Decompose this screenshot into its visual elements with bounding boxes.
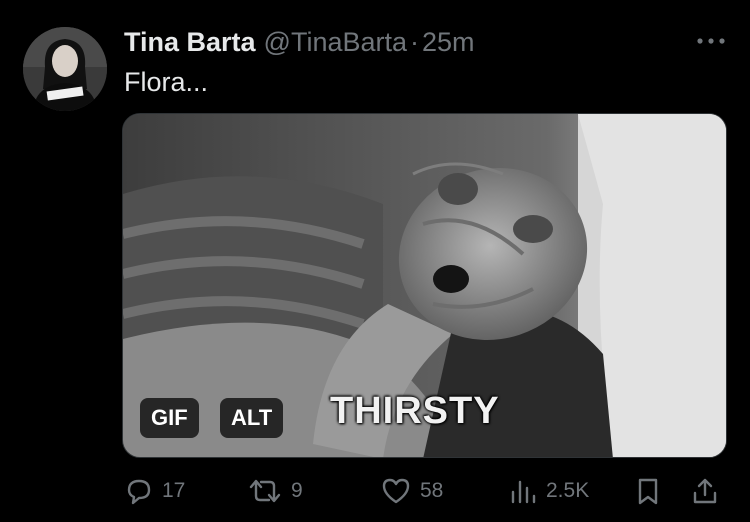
heart-icon — [382, 478, 410, 504]
more-icon — [697, 38, 725, 44]
retweet-button[interactable]: 9 — [247, 471, 303, 511]
like-count: 58 — [420, 479, 444, 502]
more-button[interactable] — [694, 26, 728, 56]
bookmark-button[interactable] — [634, 471, 662, 511]
display-name[interactable]: Tina Barta — [124, 27, 256, 57]
alt-badge[interactable]: ALT — [220, 398, 284, 438]
handle[interactable]: @TinaBarta — [264, 27, 407, 57]
separator-dot: · — [410, 27, 420, 57]
reply-count: 17 — [162, 479, 186, 502]
reply-button[interactable]: 17 — [124, 471, 185, 511]
reply-icon — [127, 479, 151, 505]
gif-caption: THIRSTY — [330, 390, 500, 432]
tweet[interactable]: Tina Barta @TinaBarta · 25m Flora... THI… — [0, 0, 750, 522]
share-icon — [693, 478, 717, 504]
avatar[interactable] — [23, 27, 107, 111]
share-button[interactable] — [690, 471, 720, 511]
action-bar: 17 9 58 2.5K — [0, 471, 750, 511]
avatar-image — [23, 27, 107, 111]
gif-badge: GIF — [140, 398, 199, 438]
timestamp[interactable]: 25m — [422, 27, 475, 57]
tweet-header: Tina Barta @TinaBarta · 25m — [124, 26, 475, 58]
views-icon — [511, 480, 536, 504]
retweet-icon — [249, 479, 281, 503]
views-button[interactable]: 2.5K — [508, 471, 589, 511]
retweet-count: 9 — [291, 479, 303, 502]
like-button[interactable]: 58 — [380, 471, 443, 511]
bookmark-icon — [638, 478, 658, 505]
views-count: 2.5K — [546, 479, 590, 502]
tweet-text: Flora... — [124, 67, 209, 97]
